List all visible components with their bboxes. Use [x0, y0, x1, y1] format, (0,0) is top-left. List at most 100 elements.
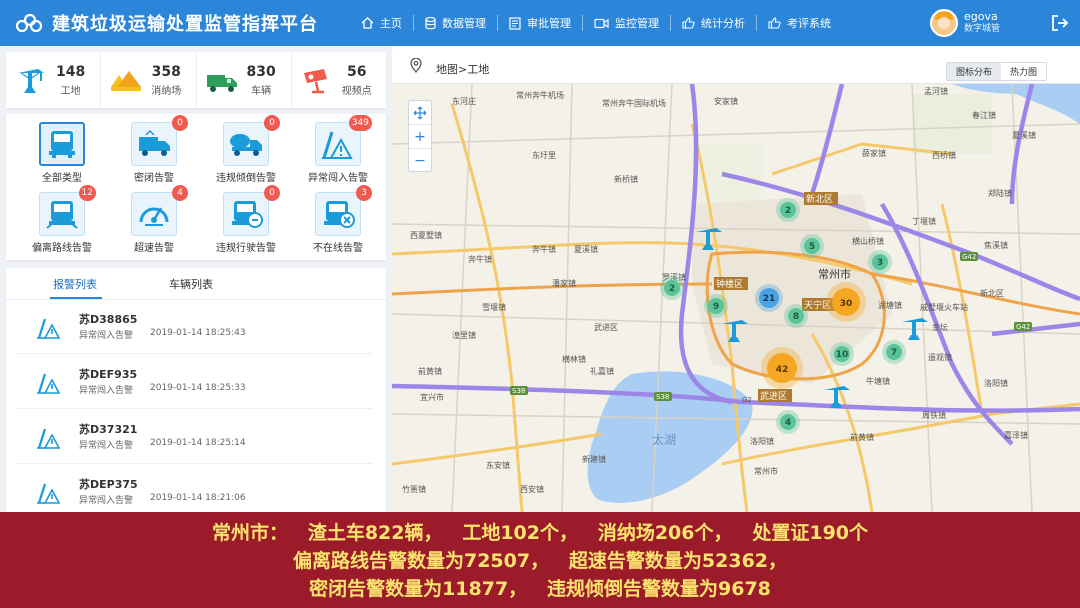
cluster-marker[interactable]: 2	[776, 198, 800, 222]
alarm-type-illegal-dumping[interactable]: 0 违规倾倒告警	[206, 115, 286, 188]
zoom-in-button[interactable]: +	[409, 125, 431, 149]
view-icon-distribution-button[interactable]: 图标分布	[947, 63, 1002, 80]
construction-site-icon	[18, 69, 44, 93]
map-pan-icon[interactable]	[409, 101, 431, 125]
barrier-warning-icon	[322, 131, 353, 159]
alarm-type-route-deviation[interactable]: 12 偏离路线告警	[22, 185, 102, 258]
map-label: 潘家镇	[552, 278, 576, 288]
dump-site-icon	[111, 71, 142, 91]
alarm-plate: 苏DEP375	[79, 478, 138, 491]
cluster-marker[interactable]: 2	[660, 276, 684, 300]
map-controls: + −	[408, 100, 432, 172]
alarm-type-route-deviation-label: 偏离路线告警	[32, 243, 92, 254]
nav-data-management[interactable]: 数据管理	[414, 0, 497, 46]
nav-monitor-management[interactable]: 监控管理	[583, 0, 670, 46]
map-label: 戚墅堰火车站	[920, 302, 968, 312]
map-label: 东圩里	[532, 150, 556, 160]
stat-video-points-value: 56	[347, 63, 367, 80]
cluster-marker[interactable]: 30	[826, 282, 866, 322]
cluster-marker[interactable]: 21	[755, 284, 783, 312]
map-label: 湖塘镇	[878, 300, 902, 310]
district-label-wujin: 武进区	[760, 390, 787, 402]
list-item[interactable]: 苏DEF935 异常闯入告警 2019-01-14 18:25:33	[16, 357, 372, 409]
nav-statistics-label: 统计分析	[701, 17, 745, 30]
svg-text:10: 10	[836, 350, 849, 360]
summary-banner: 常州市： 渣土车822辆， 工地102个， 消纳场206个， 处置证190个 偏…	[0, 512, 1080, 608]
user-name: egova	[964, 10, 998, 23]
city-map[interactable]: S38 S38 G42 G42 东河庄 常州奔牛机场 常州奔牛国际机场 安家镇 …	[392, 84, 1080, 512]
svg-text:9: 9	[713, 302, 719, 312]
map-breadcrumb: 地图>工地	[436, 63, 490, 76]
map-label: 洛阳镇	[984, 378, 1008, 388]
alarm-type-sealed[interactable]: 0 密闭告警	[114, 115, 194, 188]
map-toolbar: 地图>工地 图标分布 热力图	[392, 46, 1080, 84]
alarm-count-badge: 0	[264, 185, 280, 201]
logout-icon[interactable]	[1050, 13, 1070, 33]
alarm-count-badge: 4	[172, 185, 188, 201]
alarm-type-intrusion[interactable]: 349 异常闯入告警	[298, 115, 378, 188]
map-label: 奔牛镇	[532, 244, 556, 254]
nav-evaluation-label: 考评系统	[787, 17, 831, 30]
tab-alarm-list[interactable]: 报警列表	[53, 276, 97, 292]
map-label: 春江镇	[972, 110, 996, 120]
list-item[interactable]: 苏DEP375 异常闯入告警 2019-01-14 18:21:06	[16, 467, 372, 512]
nav-evaluation[interactable]: 考评系统	[757, 0, 842, 46]
stat-construction-sites[interactable]: 148 工地	[6, 52, 102, 108]
summary-line-3: 密闭告警数量为11877， 违规倾倒告警数量为9678	[309, 578, 771, 600]
map-label: 竹箦镇	[402, 484, 426, 494]
cluster-marker[interactable]: 8	[784, 304, 808, 328]
nav-home[interactable]: 主页	[350, 0, 413, 46]
truck-icon	[206, 75, 237, 92]
barrier-warning-icon	[37, 373, 61, 394]
map-label: 奔牛镇	[468, 254, 492, 264]
map-label: 礼嘉镇	[590, 366, 614, 376]
cluster-marker[interactable]: 42	[761, 347, 803, 389]
district-label-xinbei: 新北区	[806, 193, 833, 205]
svg-text:8: 8	[793, 312, 799, 322]
view-heatmap-button[interactable]: 热力图	[1001, 63, 1047, 80]
cluster-marker[interactable]: 5	[800, 234, 824, 258]
zoom-out-button[interactable]: −	[409, 149, 431, 173]
alarm-plate: 苏DEF935	[79, 368, 138, 381]
camera-icon	[303, 69, 327, 94]
map-label: 常州市	[754, 466, 778, 476]
svg-text:30: 30	[840, 299, 853, 309]
alarm-type: 异常闯入告警	[79, 496, 134, 506]
stat-dump-sites[interactable]: 358 消纳场	[101, 52, 197, 108]
map-label: 雪堰镇	[482, 302, 506, 312]
stat-vehicles[interactable]: 830 车辆	[197, 52, 292, 108]
stat-dump-sites-value: 358	[151, 63, 181, 80]
map-label: 太湖	[652, 432, 676, 447]
app-title: 建筑垃圾运输处置监管指挥平台	[52, 14, 318, 35]
alarm-time: 2019-01-14 18:25:43	[150, 328, 246, 338]
alarm-type-offline[interactable]: 3 不在线告警	[298, 185, 378, 258]
user-menu[interactable]: egova 数字城管	[930, 9, 1000, 37]
alarm-type-all[interactable]: 全部类型	[22, 118, 102, 188]
nav-approval-management[interactable]: 审批管理	[498, 0, 582, 46]
list-item[interactable]: 苏D38865 异常闯入告警 2019-01-14 18:25:43	[16, 302, 372, 354]
cluster-marker[interactable]: 10	[830, 342, 854, 366]
highway-shield: G42	[1016, 323, 1030, 331]
cluster-marker[interactable]: 9	[704, 294, 728, 318]
mixer-truck-icon	[230, 134, 262, 156]
nav-home-label: 主页	[380, 17, 402, 30]
alarm-type-speeding[interactable]: 4 超速告警	[114, 185, 194, 258]
active-tab-indicator	[50, 297, 102, 299]
alarm-type-offline-label: 不在线告警	[313, 243, 363, 254]
tab-vehicle-list[interactable]: 车辆列表	[169, 276, 213, 292]
cluster-marker[interactable]: 7	[882, 340, 906, 364]
map-label: 湟里镇	[452, 330, 476, 340]
alarm-type-illegal-driving-label: 违规行驶告警	[216, 243, 276, 254]
stat-video-points[interactable]: 56 视频点	[292, 52, 386, 108]
cluster-marker[interactable]: 4	[776, 410, 800, 434]
alarm-type-illegal-driving[interactable]: 0 违规行驶告警	[206, 185, 286, 258]
summary-line-2: 偏离路线告警数量为72507， 超速告警数量为52362，	[292, 550, 788, 572]
map-label: 夏溪镇	[1012, 130, 1036, 140]
cluster-marker[interactable]: 3	[868, 250, 892, 274]
nav-statistics[interactable]: 统计分析	[671, 0, 756, 46]
map-label: 郑陆镇	[988, 188, 1012, 198]
alarm-count-badge: 12	[78, 185, 96, 201]
map-label: 金坛	[932, 322, 948, 332]
left-panel: 148 工地 358 消纳场 830 车辆 56 视频点 全部类型 0 密闭告警…	[0, 46, 392, 512]
list-item[interactable]: 苏D37321 异常闯入告警 2019-01-14 18:25:14	[16, 412, 372, 464]
